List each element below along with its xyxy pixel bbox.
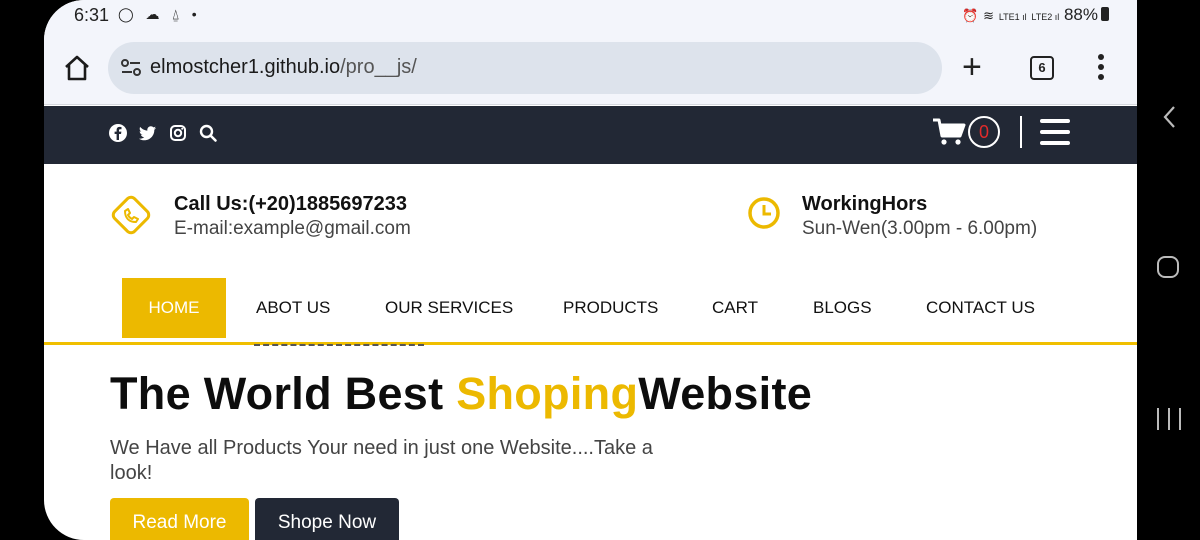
new-tab-button[interactable]: + — [962, 50, 982, 84]
instagram-icon[interactable] — [168, 123, 188, 143]
status-bar: 6:31 ◯ ☁ ⍙ • ⏰ ≋ LTE1 ıl LTE2 ıl 88% — [44, 0, 1137, 32]
alarm-icon: ⏰ — [962, 8, 979, 23]
cart-area: 0 — [932, 116, 1070, 148]
contact-text: Call Us:(+20)1885697233 E-mail:example@g… — [174, 192, 574, 242]
hours-title: WorkingHors — [802, 193, 928, 215]
cart-icon[interactable] — [932, 117, 966, 147]
system-home-icon[interactable] — [1157, 256, 1179, 278]
hours-text: WorkingHors Sun-Wen(3.00pm - 6.00pm) — [802, 192, 1122, 242]
call-us: Call Us:(+20)1885697233 — [174, 193, 407, 215]
battery-icon — [1101, 7, 1109, 21]
shop-now-button[interactable]: Shope Now — [255, 498, 399, 540]
url-text[interactable]: elmostcher1.github.io/pro__js/ — [150, 56, 417, 79]
clock-icon — [748, 197, 780, 229]
signal-lte1-icon: LTE1 ıl — [998, 12, 1027, 22]
nav-contact[interactable]: CONTACT US — [926, 278, 1035, 338]
nav-about[interactable]: ABOT US — [256, 278, 330, 338]
battery-percent: 88% — [1063, 5, 1098, 24]
email: E-mail:example@gmail.com — [174, 218, 411, 239]
read-more-button[interactable]: Read More — [110, 498, 249, 540]
phone-screen: 6:31 ◯ ☁ ⍙ • ⏰ ≋ LTE1 ıl LTE2 ıl 88% elm… — [44, 0, 1137, 540]
phone-icon — [111, 195, 151, 235]
browser-toolbar: elmostcher1.github.io/pro__js/ + 6 — [44, 32, 1137, 105]
status-right: ⏰ ≋ LTE1 ıl LTE2 ıl 88% — [962, 5, 1109, 25]
tab-switcher-button[interactable]: 6 — [1030, 56, 1054, 80]
twitter-icon[interactable] — [138, 123, 158, 143]
nav-home[interactable]: HOME — [122, 278, 226, 338]
site-top-bar: 0 — [44, 106, 1137, 164]
cart-count-badge[interactable]: 0 — [968, 116, 1000, 148]
wifi-icon: ≋ — [983, 8, 995, 23]
hero-title-part2: Website — [638, 368, 813, 419]
facebook-icon[interactable] — [108, 123, 128, 143]
hero-subtitle: We Have all Products Your need in just o… — [110, 437, 653, 484]
search-icon[interactable] — [198, 123, 218, 143]
hero-title-accent: Shoping — [456, 368, 639, 419]
main-nav: HOME ABOT US OUR SERVICES PRODUCTS CART … — [44, 278, 1137, 345]
notification-icons: ◯ ☁ ⍙ • — [118, 6, 201, 22]
divider — [1020, 116, 1022, 148]
site-settings-icon[interactable] — [120, 58, 142, 78]
home-icon[interactable] — [62, 53, 92, 83]
nav-products[interactable]: PRODUCTS — [563, 278, 658, 338]
nav-cart[interactable]: CART — [712, 278, 758, 338]
signal-lte2-icon: LTE2 ıl — [1031, 12, 1060, 22]
browser-menu-button[interactable] — [1098, 54, 1106, 82]
url-path: /pro__js/ — [340, 56, 417, 78]
hero-title: The World Best ShopingWebsite — [110, 368, 812, 420]
status-time: 6:31 — [74, 5, 110, 25]
nav-blogs[interactable]: BLOGS — [813, 278, 872, 338]
hero-title-part1: The World Best — [110, 368, 457, 419]
nav-services[interactable]: OUR SERVICES — [385, 278, 513, 338]
system-back-icon[interactable] — [1160, 104, 1180, 130]
system-recents-icon[interactable] — [1157, 408, 1181, 430]
address-bar[interactable]: elmostcher1.github.io/pro__js/ — [108, 42, 942, 94]
url-host: elmostcher1.github.io — [150, 56, 341, 78]
cut-off-heading — [254, 344, 424, 350]
hamburger-menu-icon[interactable] — [1040, 119, 1070, 145]
social-links — [108, 123, 218, 143]
hours-time: Sun-Wen(3.00pm - 6.00pm) — [802, 218, 1038, 239]
